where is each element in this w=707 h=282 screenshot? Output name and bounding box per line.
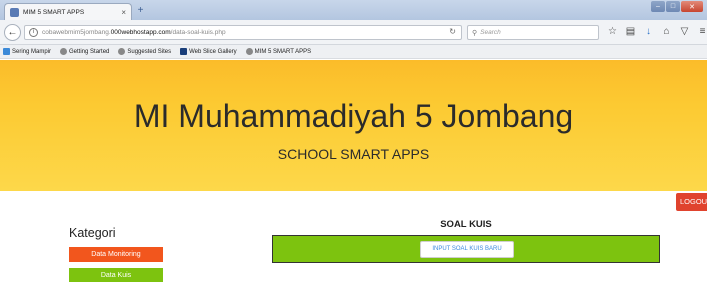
browser-titlebar: MIM 5 SMART APPS × + – □ ✕ <box>0 0 707 20</box>
download-icon[interactable]: ↓ <box>643 25 654 38</box>
bookmark-item[interactable]: Web Slice Gallery <box>180 48 237 55</box>
bookmark-star-icon[interactable]: ☆ <box>607 25 618 38</box>
bookmarks-bar: Sering Mampir Getting Started Suggested … <box>0 45 707 59</box>
window-controls: – □ ✕ <box>651 1 703 12</box>
close-window-icon[interactable]: ✕ <box>681 1 703 12</box>
page-title: SOAL KUIS <box>440 219 492 230</box>
site-title: MI Muhammadiyah 5 Jombang <box>133 98 574 134</box>
tab-favicon-icon <box>10 7 19 17</box>
site-header: MI Muhammadiyah 5 Jombang SCHOOL SMART A… <box>0 60 707 191</box>
bookmark-item[interactable]: Suggested Sites <box>118 48 171 55</box>
logout-button[interactable]: LOGOUT <box>676 193 707 211</box>
url-prefix: cobawebmim5jombang. <box>42 29 111 36</box>
firefox-icon <box>245 48 253 55</box>
sidebar-heading: Kategori <box>69 226 116 240</box>
bookmark-item[interactable]: Getting Started <box>60 48 109 55</box>
bookmark-folder-icon <box>3 48 10 55</box>
bookmark-label: Suggested Sites <box>127 48 172 55</box>
pocket-icon[interactable]: ▽ <box>679 25 690 38</box>
site-subtitle: SCHOOL SMART APPS <box>277 146 430 162</box>
sidebar-item-data-monitoring[interactable]: Data Monitoring <box>69 247 163 262</box>
bookmark-label: Web Slice Gallery <box>189 48 237 55</box>
url-domain: 000webhostapp.com <box>110 29 171 36</box>
home-icon[interactable]: ⌂ <box>661 25 672 38</box>
bookmark-label: Getting Started <box>69 48 110 55</box>
action-panel: INPUT SOAL KUIS BARU <box>272 235 660 263</box>
tab-close-icon[interactable]: × <box>121 8 126 17</box>
browser-navbar: ← i cobawebmim5jombang.000webhostapp.com… <box>0 20 707 45</box>
input-soal-kuis-button[interactable]: INPUT SOAL KUIS BARU <box>420 241 514 258</box>
search-icon: ⚲ <box>472 29 478 37</box>
address-bar[interactable]: i cobawebmim5jombang.000webhostapp.com/d… <box>24 25 462 40</box>
search-placeholder: Search <box>480 29 501 36</box>
info-icon[interactable]: i <box>29 28 38 37</box>
minimize-icon[interactable]: – <box>651 1 665 12</box>
back-arrow-icon[interactable]: ← <box>4 24 21 41</box>
bookmark-label: Sering Mampir <box>12 48 52 55</box>
maximize-icon[interactable]: □ <box>666 1 680 12</box>
menu-icon[interactable]: ≡ <box>697 25 707 38</box>
reading-list-icon[interactable]: ▤ <box>625 25 636 38</box>
bookmark-label: MIM 5 SMART APPS <box>254 48 312 55</box>
firefox-icon <box>60 48 68 55</box>
new-tab-button[interactable]: + <box>134 5 147 17</box>
web-slice-icon <box>180 48 188 55</box>
browser-tab[interactable]: MIM 5 SMART APPS × <box>4 3 132 20</box>
toolbar-icons: ☆ ▤ ↓ ⌂ ▽ ≡ <box>607 25 707 38</box>
sidebar-item-data-kuis[interactable]: Data Kuis <box>69 268 163 282</box>
bookmark-item[interactable]: MIM 5 SMART APPS <box>245 48 312 55</box>
firefox-icon <box>118 48 126 55</box>
tab-title: MIM 5 SMART APPS <box>23 8 85 16</box>
url-text: cobawebmim5jombang.000webhostapp.com/dat… <box>42 29 226 36</box>
reload-icon[interactable]: ↻ <box>449 27 456 36</box>
bookmark-item[interactable]: Sering Mampir <box>3 48 51 55</box>
search-input[interactable]: ⚲ Search <box>467 25 599 40</box>
url-path: /data-soal-kuis.php <box>170 29 226 36</box>
